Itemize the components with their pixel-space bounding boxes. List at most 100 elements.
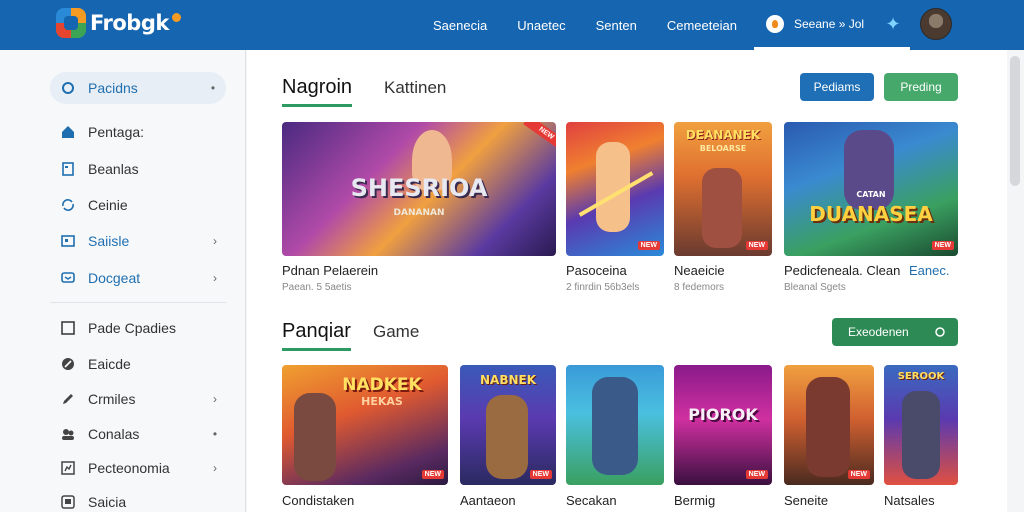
sidebar-item-label: Crmiles (88, 391, 136, 407)
square-icon (60, 233, 76, 249)
sidebar-item-9[interactable]: Crmiles › (50, 383, 228, 415)
tab-section2-secondary[interactable]: Game (373, 322, 419, 342)
checkbox-icon (60, 320, 76, 336)
chevron-right-icon: › (213, 461, 217, 475)
game-title[interactable]: Aantaeon (460, 493, 516, 508)
game-title[interactable]: Seneite (784, 493, 828, 508)
gear-icon[interactable]: ✦ (883, 14, 903, 34)
game-thumbnail[interactable]: SEROOK (884, 365, 958, 485)
sidebar-item-label: Pentaga: (88, 124, 145, 140)
explore-button[interactable]: Exeodenen (832, 318, 958, 346)
chart-icon (60, 460, 76, 476)
user-pin-icon (766, 14, 784, 33)
game-thumbnail[interactable] (566, 365, 664, 485)
new-tag: NEW (931, 241, 954, 250)
logo-mark-icon (56, 8, 86, 38)
top-nav: Saenecia Unaetec Senten Cemeeteian (420, 0, 767, 50)
sidebar-item-label: Beanlas (88, 161, 139, 177)
user-label: Seeane » Jol (794, 16, 865, 31)
game-subtitle: 8 fedemors (674, 282, 725, 293)
sidebar-item-10[interactable]: Conalas • (50, 418, 228, 450)
app-logo[interactable]: Frobgk (56, 8, 181, 38)
sidebar-item-8[interactable]: Eaicde (50, 348, 228, 380)
hero-figure (702, 168, 742, 248)
nav-item-3[interactable]: Senten (596, 18, 637, 33)
new-tag: NEW (421, 470, 444, 479)
scrollbar[interactable] (1010, 56, 1020, 186)
chevron-right-icon: › (213, 271, 217, 285)
home-icon (60, 124, 76, 140)
game-title[interactable]: Pedicfeneala. Clean (784, 263, 900, 278)
chat-icon (60, 270, 76, 286)
section-title-featured[interactable]: Nagroin (282, 76, 353, 107)
sidebar-item-label: Saicia (88, 494, 127, 510)
sidebar-item-12[interactable]: Saicia (50, 486, 228, 512)
game-art-subtitle: HEKAS (361, 395, 403, 408)
game-link[interactable]: Eanec. (909, 263, 949, 278)
sidebar-item-label: Pade Cpadies (88, 320, 176, 336)
sidebar-item-4[interactable]: Ceinie (50, 189, 228, 221)
game-title[interactable]: Natsales (884, 493, 935, 508)
sidebar-item-5[interactable]: Saiisle › (50, 225, 228, 257)
pencil-icon (60, 391, 76, 407)
game-art-title: DEANANEK (685, 128, 761, 142)
primary-button[interactable]: Pediams (800, 73, 874, 101)
sidebar-divider (50, 302, 226, 303)
hero-figure (902, 391, 940, 479)
sidebar-item-1[interactable]: Pacidns • (50, 72, 226, 104)
game-thumbnail[interactable]: NEW (566, 122, 664, 256)
game-title[interactable]: Condistaken (282, 493, 354, 508)
game-art-title: DUANASEA (809, 202, 933, 226)
game-title[interactable]: Secakan (566, 493, 617, 508)
sidebar-item-label: Pecteonomia (88, 460, 170, 476)
box-icon (60, 494, 76, 510)
new-tag: NEW (529, 470, 552, 479)
game-subtitle: Paean. 5 5aetis (282, 282, 352, 293)
avatar[interactable] (920, 8, 952, 40)
game-art-title: NADKEK (342, 375, 422, 395)
sidebar: Pacidns • Pentaga: Beanlas Ceinie Saiisl… (0, 50, 246, 512)
top-bar: Frobgk Saenecia Unaetec Senten Cemeeteia… (0, 0, 1024, 50)
game-art-subtitle: BELOARSE (699, 144, 747, 153)
game-art-title: NABNEK (479, 373, 536, 387)
sidebar-item-label: Pacidns (88, 80, 138, 96)
game-thumbnail[interactable]: NEW (784, 365, 874, 485)
explore-button-label: Exeodenen (848, 325, 909, 339)
game-thumbnail[interactable]: NABNEK NEW (460, 365, 556, 485)
game-title[interactable]: Neaeicie (674, 263, 725, 278)
group-icon (60, 426, 76, 442)
new-tag: NEW (637, 241, 660, 250)
game-thumbnail[interactable]: NADKEK HEKAS NEW (282, 365, 448, 485)
game-thumbnail[interactable]: SHESRIOA DANANAN NEW (282, 122, 556, 256)
secondary-button[interactable]: Preding (884, 73, 958, 101)
sidebar-item-label: Docgeat (88, 270, 141, 286)
more-icon: • (212, 427, 218, 441)
game-title[interactable]: Pdnan Pelaerein (282, 263, 378, 278)
new-tag: NEW (745, 470, 768, 479)
game-thumbnail[interactable]: CATAN DUANASEA NEW (784, 122, 958, 256)
new-ribbon: NEW (522, 122, 556, 152)
sidebar-item-11[interactable]: Pecteonomia › (50, 452, 228, 484)
sidebar-item-2[interactable]: Pentaga: (50, 116, 228, 148)
game-title[interactable]: Pasoceina (566, 263, 627, 278)
game-subtitle: 2 finrdin 56b3els (566, 282, 640, 293)
logo-dot-icon (171, 12, 181, 22)
game-thumbnail[interactable]: PIOROK NEW (674, 365, 772, 485)
game-art-title: PIOROK (688, 405, 758, 424)
sidebar-item-3[interactable]: Beanlas (50, 153, 228, 185)
game-thumbnail[interactable]: DEANANEK BELOARSE NEW (674, 122, 772, 256)
sidebar-item-label: Ceinie (88, 197, 128, 213)
sidebar-item-6[interactable]: Docgeat › (50, 262, 228, 294)
section-title-popular[interactable]: Panqiar (282, 320, 351, 351)
compass-icon (60, 356, 76, 372)
square-outline-icon (60, 161, 76, 177)
nav-item-4[interactable]: Cemeeteian (667, 18, 737, 33)
hero-figure (592, 377, 638, 475)
tab-section1-secondary[interactable]: Kattinen (384, 78, 446, 98)
new-tag: NEW (745, 241, 768, 250)
sidebar-item-7[interactable]: Pade Cpadies (50, 312, 228, 344)
nav-item-2[interactable]: Unaetec (517, 18, 565, 33)
game-title[interactable]: Bermig (674, 493, 715, 508)
nav-item-1[interactable]: Saenecia (433, 18, 487, 33)
hero-figure (486, 395, 528, 479)
